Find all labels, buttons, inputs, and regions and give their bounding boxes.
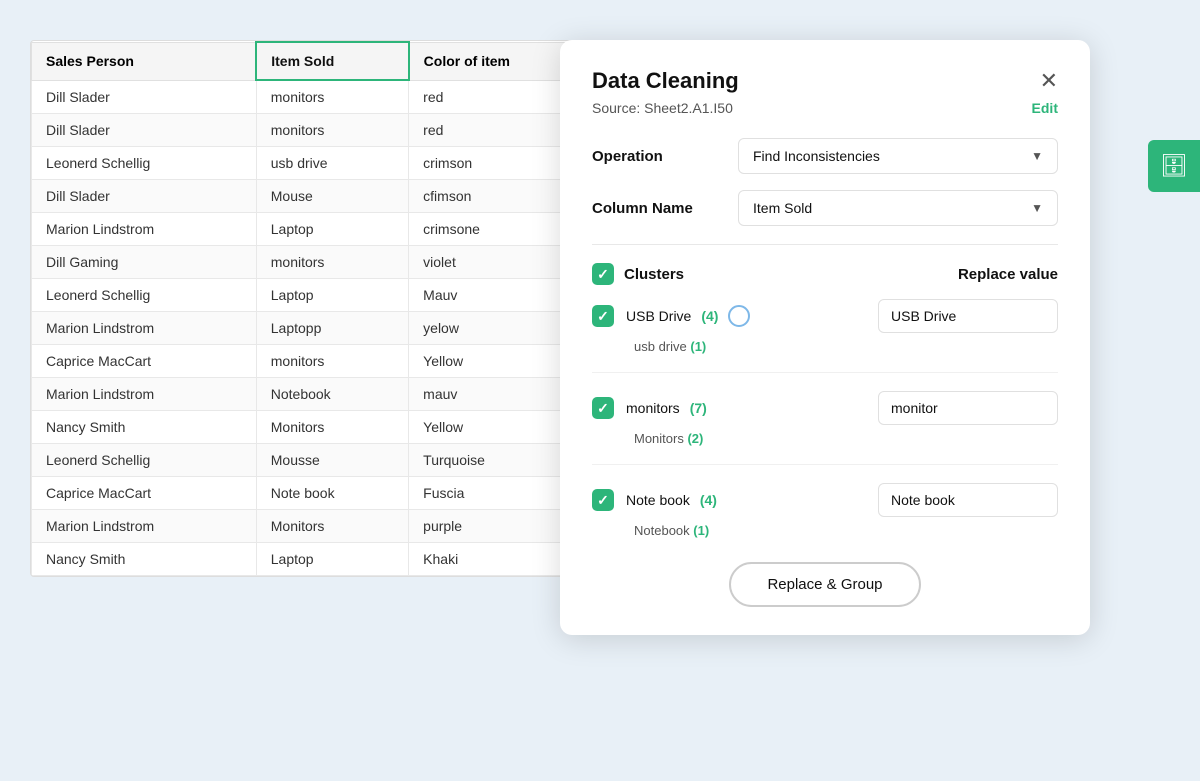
- table-row: Caprice MacCartNote bookFuscia: [32, 477, 599, 510]
- table-row: Leonerd SchelligLaptopMauv: [32, 279, 599, 312]
- table-cell: Laptopp: [256, 312, 408, 345]
- table-cell: Laptop: [256, 213, 408, 246]
- cluster-row-notebook: ✓ Note book (4): [592, 483, 1058, 517]
- table-row: Dill SladerMousecfimson: [32, 180, 599, 213]
- table-cell: Mousse: [256, 444, 408, 477]
- cluster-marker-circle: [728, 305, 750, 327]
- cluster-checkbox-notebook[interactable]: ✓: [592, 489, 614, 511]
- table-row: Nancy SmithMonitorsYellow: [32, 411, 599, 444]
- col-header-salesperson: Sales Person: [32, 42, 257, 80]
- table-cell: Mouse: [256, 180, 408, 213]
- table-cell: monitors: [256, 246, 408, 279]
- clusters-checkbox[interactable]: ✓: [592, 263, 614, 285]
- table-row: Leonerd SchelligMousseTurquoise: [32, 444, 599, 477]
- table-cell: monitors: [256, 114, 408, 147]
- table-cell: Laptop: [256, 543, 408, 576]
- clusters-label: Clusters: [624, 266, 684, 283]
- table-cell: Caprice MacCart: [32, 477, 257, 510]
- table-cell: Marion Lindstrom: [32, 378, 257, 411]
- replace-input-usb[interactable]: [878, 299, 1058, 333]
- column-value: Item Sold: [753, 200, 812, 216]
- cluster-sub-notebook: Notebook (1): [634, 523, 1058, 538]
- table-row: Caprice MacCartmonitorsYellow: [32, 345, 599, 378]
- table-cell: Marion Lindstrom: [32, 510, 257, 543]
- table-row: Dill Sladermonitorsred: [32, 80, 599, 114]
- cluster-sub-monitors: Monitors (2): [634, 431, 1058, 446]
- column-label: Column Name: [592, 200, 722, 217]
- cluster-sub-usb: usb drive (1): [634, 339, 1058, 354]
- cluster-name-notebook: Note book: [626, 492, 690, 508]
- column-dropdown-arrow: ▼: [1031, 201, 1043, 215]
- database-icon: 🗄: [1160, 153, 1188, 179]
- table-cell: monitors: [256, 80, 408, 114]
- table-row: Nancy SmithLaptopKhaki: [32, 543, 599, 576]
- replace-input-monitors[interactable]: [878, 391, 1058, 425]
- cluster-name-usb: USB Drive: [626, 308, 691, 324]
- sidebar-database-button[interactable]: 🗄: [1148, 140, 1200, 192]
- table-cell: Dill Slader: [32, 114, 257, 147]
- table-row: Marion LindstromMonitorspurple: [32, 510, 599, 543]
- close-button[interactable]: ✕: [1040, 70, 1058, 92]
- cluster-block-monitors: ✓ monitors (7) Monitors (2): [592, 391, 1058, 465]
- column-dropdown[interactable]: Item Sold ▼: [738, 190, 1058, 226]
- spreadsheet: Sales Person Item Sold Color of item Dil…: [30, 40, 600, 577]
- replace-input-notebook[interactable]: [878, 483, 1058, 517]
- table-cell: Leonerd Schellig: [32, 444, 257, 477]
- edit-link[interactable]: Edit: [1032, 100, 1058, 116]
- operation-label: Operation: [592, 148, 722, 165]
- operation-dropdown[interactable]: Find Inconsistencies ▼: [738, 138, 1058, 174]
- cluster-name-monitors: monitors: [626, 400, 680, 416]
- table-cell: Marion Lindstrom: [32, 213, 257, 246]
- panel-title: Data Cleaning: [592, 68, 739, 94]
- cluster-block-usb: ✓ USB Drive (4) usb drive (1): [592, 299, 1058, 373]
- cluster-count-monitors: (7): [690, 400, 707, 416]
- operation-dropdown-arrow: ▼: [1031, 149, 1043, 163]
- operation-value: Find Inconsistencies: [753, 148, 880, 164]
- table-row: Dill Gamingmonitorsviolet: [32, 246, 599, 279]
- col-header-itemsold: Item Sold: [256, 42, 408, 80]
- table-row: Dill Sladermonitorsred: [32, 114, 599, 147]
- cluster-checkbox-usb[interactable]: ✓: [592, 305, 614, 327]
- table-cell: Laptop: [256, 279, 408, 312]
- table-cell: Nancy Smith: [32, 543, 257, 576]
- cluster-count-usb: (4): [701, 308, 718, 324]
- table-cell: Dill Gaming: [32, 246, 257, 279]
- table-cell: Monitors: [256, 510, 408, 543]
- cluster-block-notebook: ✓ Note book (4) Notebook (1): [592, 483, 1058, 538]
- cluster-row-monitors: ✓ monitors (7): [592, 391, 1058, 425]
- table-cell: Monitors: [256, 411, 408, 444]
- table-row: Marion LindstromLaptopcrimsone: [32, 213, 599, 246]
- table-cell: Leonerd Schellig: [32, 279, 257, 312]
- table-cell: usb drive: [256, 147, 408, 180]
- table-row: Marion LindstromNotebookmauv: [32, 378, 599, 411]
- table-cell: Nancy Smith: [32, 411, 257, 444]
- replace-group-button[interactable]: Replace & Group: [729, 562, 920, 607]
- table-cell: Dill Slader: [32, 80, 257, 114]
- table-cell: Note book: [256, 477, 408, 510]
- replace-value-header: Replace value: [958, 266, 1058, 283]
- cluster-row-usb: ✓ USB Drive (4): [592, 299, 1058, 333]
- table-cell: Caprice MacCart: [32, 345, 257, 378]
- table-cell: Leonerd Schellig: [32, 147, 257, 180]
- table-row: Leonerd Schelligusb drivecrimson: [32, 147, 599, 180]
- table-row: Marion LindstromLaptoppyelow: [32, 312, 599, 345]
- source-label: Source: Sheet2.A1.I50: [592, 100, 733, 116]
- cluster-checkbox-monitors[interactable]: ✓: [592, 397, 614, 419]
- table-cell: Marion Lindstrom: [32, 312, 257, 345]
- table-cell: Notebook: [256, 378, 408, 411]
- table-cell: monitors: [256, 345, 408, 378]
- cluster-count-notebook: (4): [700, 492, 717, 508]
- table-cell: Dill Slader: [32, 180, 257, 213]
- data-cleaning-panel: Data Cleaning ✕ Source: Sheet2.A1.I50 Ed…: [560, 40, 1090, 635]
